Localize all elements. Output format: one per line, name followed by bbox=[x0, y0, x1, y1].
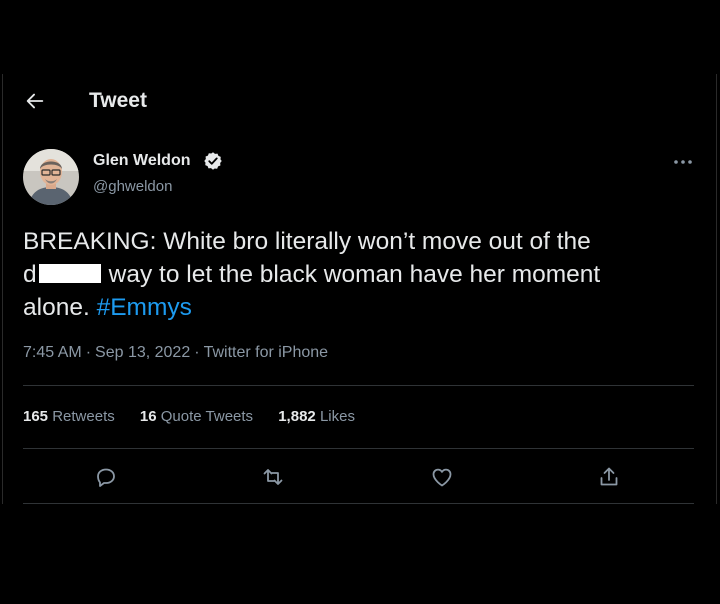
screenshot-right-edge bbox=[716, 74, 717, 504]
author-name[interactable]: Glen Weldon bbox=[93, 152, 190, 170]
like-icon[interactable] bbox=[430, 465, 454, 489]
meta-separator: · bbox=[194, 344, 200, 361]
tweet-text: BREAKING: White bro literally won’t move… bbox=[23, 225, 693, 324]
divider-bottom bbox=[23, 503, 694, 504]
quote-tweets-label: Quote Tweets bbox=[160, 408, 254, 425]
likes-stat[interactable]: 1,882 Likes bbox=[278, 408, 355, 425]
hashtag-link[interactable]: #Emmys bbox=[97, 294, 192, 321]
avatar[interactable] bbox=[23, 149, 79, 205]
likes-label: Likes bbox=[319, 408, 355, 425]
tweet-source[interactable]: Twitter for iPhone bbox=[204, 344, 329, 361]
divider-top bbox=[23, 385, 694, 386]
tweet-text-line-2-rest: way to let the black woman have her mome… bbox=[108, 261, 601, 288]
retweets-label: Retweets bbox=[52, 408, 115, 425]
tweet-meta: 7:45 AM · Sep 13, 2022 · Twitter for iPhone bbox=[23, 344, 328, 362]
quote-tweets-count: 16 bbox=[139, 408, 157, 425]
verified-badge-icon bbox=[204, 152, 222, 170]
tweet-text-line-3: alone. #Emmys bbox=[23, 291, 693, 324]
share-icon[interactable] bbox=[597, 465, 621, 489]
tweet-text-line-1: BREAKING: White bro literally won’t move… bbox=[23, 228, 591, 255]
retweets-stat[interactable]: 165 Retweets bbox=[23, 408, 115, 425]
more-options-icon[interactable] bbox=[671, 152, 695, 172]
divider-middle bbox=[23, 448, 694, 449]
tweet-header: Tweet bbox=[0, 86, 720, 120]
arrow-left-icon[interactable] bbox=[24, 90, 46, 112]
tweet-date[interactable]: Sep 13, 2022 bbox=[95, 344, 190, 361]
tweet-text-line-2-prefix: d bbox=[23, 261, 37, 288]
page-title: Tweet bbox=[89, 89, 147, 112]
retweet-icon[interactable] bbox=[261, 465, 285, 489]
tweet-time[interactable]: 7:45 AM bbox=[23, 344, 82, 361]
author-handle[interactable]: @ghweldon bbox=[93, 178, 172, 195]
tweet-text-line-2: d way to let the black woman have her mom… bbox=[23, 258, 693, 291]
tweet-stats: 165 Retweets 16 Quote Tweets 1,882 Likes bbox=[23, 408, 376, 425]
redaction-box bbox=[38, 264, 101, 283]
tweet-text-line-3-prefix: alone. bbox=[23, 294, 90, 321]
meta-separator: · bbox=[85, 344, 92, 361]
screenshot-left-edge bbox=[2, 74, 3, 504]
quote-tweets-stat[interactable]: 16 Quote Tweets bbox=[140, 408, 253, 425]
retweets-count: 165 bbox=[23, 408, 49, 425]
likes-count: 1,882 bbox=[278, 408, 316, 425]
reply-icon[interactable] bbox=[94, 465, 118, 489]
